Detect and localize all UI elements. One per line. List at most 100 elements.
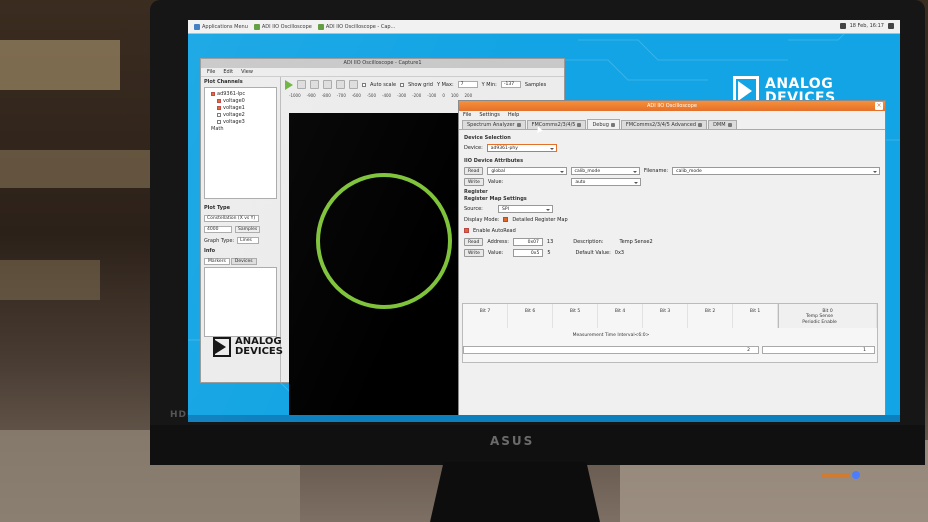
bit-header: Bit 4 [598, 304, 644, 328]
math-row[interactable]: Math [207, 125, 274, 132]
y-min-label: Y Min: [481, 81, 497, 88]
autoread-row: Enable AutoRead [464, 226, 880, 235]
address-input[interactable]: 0x07 [512, 237, 543, 246]
scope-select[interactable]: global [487, 166, 567, 175]
menu-settings[interactable]: Settings [479, 111, 500, 119]
close-icon[interactable] [577, 123, 582, 127]
desktop-panel: Applications Menu ADI IIO Oscilloscope A… [188, 20, 900, 34]
auto-scale-checkbox[interactable] [362, 82, 366, 87]
plot-svg [316, 173, 452, 309]
source-select[interactable]: SPI [498, 204, 553, 213]
channel-checkbox[interactable] [217, 119, 221, 124]
channel-row[interactable]: voltage3 [207, 118, 274, 125]
menu-view[interactable]: View [241, 68, 253, 76]
capture-toolbar: Auto scale Show grid Y Max: 7 Y Min: -13… [285, 78, 565, 91]
info-tabs: Markers Devices [201, 256, 280, 267]
y-max-input[interactable]: 7 [457, 81, 478, 88]
tab-label: FMComms2/3/4/5 Advanced [625, 122, 697, 128]
zoom-in-button[interactable] [310, 80, 319, 89]
fullscreen-button[interactable] [349, 80, 358, 89]
register-read-button[interactable]: Read [464, 237, 484, 246]
samples-unit-select[interactable]: Samples [235, 226, 260, 233]
constellation-trace [316, 173, 452, 309]
register-bit-table: Bit 7 Bit 6 Bit 5 Bit 4 Bit 3 Bit 2 Bit … [462, 303, 878, 363]
math-label: Math [211, 125, 224, 132]
x-axis-ruler: -1000 -900 -800 -700 -600 -500 -400 -300 -200 -10… [289, 93, 479, 101]
menu-help[interactable]: Help [508, 111, 519, 119]
graph-type-select[interactable]: Lines [237, 237, 260, 244]
monitor-bottom-bezel [150, 425, 925, 465]
write-register-row: Write Value: 0x5 5 Default Value: 0x3 [464, 248, 880, 257]
register-value-input[interactable]: 0x5 [513, 248, 544, 257]
y-min-input[interactable]: -137 [500, 81, 521, 88]
autoread-label: Enable AutoRead [473, 227, 516, 234]
read-attr-row: Read global calib_mode Filename: calib_m… [464, 166, 880, 175]
measurement-field-label: Measurement Time Interval<6:0> [572, 333, 650, 338]
save-button[interactable] [336, 80, 345, 89]
menu-file[interactable]: File [207, 68, 215, 76]
clock[interactable]: 18 Feb, 16:17 [850, 23, 884, 29]
menu-file[interactable]: File [463, 111, 471, 119]
power-indicator [852, 471, 860, 479]
channel-row[interactable]: voltage1 [207, 104, 274, 111]
applications-menu[interactable]: Applications Menu [194, 23, 248, 30]
register-write-button[interactable]: Write [464, 248, 484, 257]
close-icon[interactable] [698, 123, 703, 127]
zoom-out-button[interactable] [323, 80, 332, 89]
autoread-checkbox[interactable] [464, 228, 469, 233]
channel-device-row[interactable]: ad9361-lpc [207, 90, 274, 97]
desktop-bottom-strip [188, 415, 900, 422]
channel-name: voltage2 [223, 111, 245, 118]
value-select[interactable]: auto [571, 177, 642, 186]
samples-row: 4000 Samples [201, 224, 280, 235]
description-label: Description: [573, 238, 604, 245]
tab-fmcomms-advanced[interactable]: FMComms2/3/4/5 Advanced [620, 120, 708, 129]
filename-field[interactable]: calib_mode [672, 166, 880, 175]
address-label: Address: [487, 238, 509, 245]
applications-menu-label: Applications Menu [202, 23, 248, 30]
tab-debug[interactable]: Debug [587, 119, 620, 129]
taskbar-item-label: ADI IIO Oscilloscope - Cap... [325, 23, 396, 30]
close-icon[interactable] [516, 123, 521, 127]
bit-header: Bit 2 [688, 304, 734, 328]
tab-spectrum-analyzer[interactable]: Spectrum Analyzer [462, 120, 526, 129]
temp-sense-field-spinner[interactable]: 1 [762, 346, 875, 354]
detailed-map-checkbox[interactable] [503, 217, 509, 222]
samples-select[interactable]: 4000 [204, 226, 232, 233]
taskbar-item-oscilloscope[interactable]: ADI IIO Oscilloscope [253, 23, 312, 30]
value-label: Value: [487, 249, 504, 256]
channel-checkbox[interactable] [217, 105, 221, 110]
plot-type-select[interactable]: Constellation (X vs Y) [204, 215, 259, 222]
channel-checkbox[interactable] [217, 112, 221, 117]
channel-checkbox[interactable] [217, 98, 221, 103]
close-icon[interactable] [727, 123, 732, 127]
channel-row[interactable]: voltage0 [207, 97, 274, 104]
close-icon[interactable] [610, 122, 615, 127]
power-icon[interactable] [888, 23, 894, 29]
channel-row[interactable]: voltage2 [207, 111, 274, 118]
stop-button[interactable] [297, 80, 306, 89]
bit-header: Bit 3 [643, 304, 689, 328]
tab-dmm[interactable]: DMM [708, 120, 737, 129]
tab-devices[interactable]: Devices [230, 258, 257, 265]
analog-devices-logo-small: ANALOG DEVICES [213, 335, 283, 359]
constellation-plot[interactable] [289, 113, 479, 418]
show-grid-checkbox[interactable] [400, 82, 405, 87]
play-icon[interactable] [285, 79, 293, 90]
device-select[interactable]: ad9361-phy [486, 143, 557, 152]
menu-edit[interactable]: Edit [223, 68, 233, 76]
write-button[interactable]: Write [464, 177, 484, 186]
device-checkbox[interactable] [211, 91, 215, 96]
logo-text-line2: DEVICES [235, 346, 283, 357]
attribute-select[interactable]: calib_mode [570, 166, 640, 175]
measurement-field-spinner[interactable]: 2 [463, 346, 759, 354]
ruler-tick-label: -900 [306, 93, 316, 98]
taskbar-item-capture[interactable]: ADI IIO Oscilloscope - Cap... [317, 23, 396, 30]
read-button[interactable]: Read [464, 166, 484, 175]
network-icon[interactable] [839, 23, 846, 29]
photo-scene: HDMI ASUS Applications Menu ADI IIO Osci… [0, 0, 928, 522]
close-icon[interactable]: × [875, 102, 883, 110]
tab-markers[interactable]: Markers [204, 258, 230, 265]
background-shelf [0, 150, 150, 188]
ruler-tick-label: -300 [397, 93, 407, 98]
